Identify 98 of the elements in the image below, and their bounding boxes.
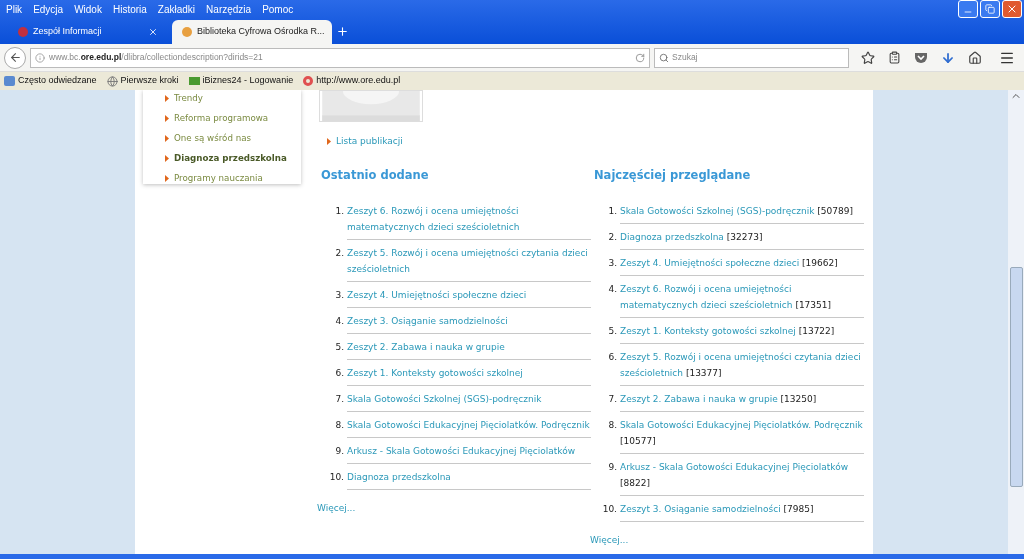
item-number: 7.	[607, 392, 618, 406]
address-field[interactable]: www.bc.ore.edu.pl/dlibra/collectiondescription?dirids=21	[30, 47, 650, 68]
bookmark-item[interactable]: http://www.ore.edu.pl	[303, 74, 401, 88]
publication-link[interactable]: Zeszyt 1. Konteksty gotowości szkolnej	[347, 364, 591, 381]
sidebar-item[interactable]: Reforma programowa	[165, 110, 301, 126]
tab-title: Zespół Informacji	[33, 25, 103, 39]
item-number: 4.	[334, 314, 345, 328]
item-number: 8.	[607, 418, 618, 432]
publication-link[interactable]: Diagnoza przedszkolna	[347, 468, 591, 485]
menu-item[interactable]: Zakładki	[157, 1, 196, 17]
publication-link[interactable]: Zeszyt 2. Zabawa i nauka w grupie	[347, 338, 591, 355]
item-number: 3.	[607, 256, 618, 270]
menu-item[interactable]: Widok	[74, 1, 102, 17]
item-number: 1.	[334, 204, 345, 218]
item-number: 1.	[607, 204, 618, 218]
item-number: 2.	[607, 230, 618, 244]
globe-icon	[106, 75, 118, 87]
menu-item[interactable]: Narzędzia	[206, 1, 252, 17]
bookmark-item[interactable]: Często odwiedzane	[4, 74, 97, 88]
close-icon	[1006, 3, 1018, 15]
back-button[interactable]	[4, 46, 26, 69]
restore-icon	[985, 4, 995, 14]
sidebar-item[interactable]: Programy nauczania	[165, 170, 301, 186]
bullet-icon	[165, 114, 169, 122]
restore-button[interactable]	[980, 0, 1000, 18]
item-number: 4.	[607, 282, 618, 296]
item-number: 10.	[601, 502, 618, 516]
item-number: 5.	[607, 324, 618, 338]
publication-link[interactable]: Skala Gotowości Edukacyjnej Pięciolatków. Podręcznik	[347, 416, 591, 433]
menu-item[interactable]: Pomoc	[262, 1, 294, 17]
url-text: www.bc.ore.edu.pl/dlibra/collectiondescription?dirids=21	[49, 51, 263, 64]
publication-link[interactable]: Skala Gotowości Edukacyjnej Pięciolatków. Podręcznik [10577]	[620, 416, 864, 449]
publication-link[interactable]: Zeszyt 2. Zabawa i nauka w grupie [13250]	[620, 390, 864, 407]
more-link[interactable]: Więcej...	[590, 533, 629, 548]
scrollbar-thumb[interactable]	[1009, 267, 1023, 487]
item-number: 6.	[334, 366, 345, 380]
item-number: 10.	[328, 470, 345, 484]
item-number: 9.	[334, 444, 345, 458]
tab-favicon-icon	[18, 27, 28, 37]
close-button[interactable]	[1002, 0, 1022, 18]
browser-tab[interactable]: Biblioteka Cyfrowa Ośrodka R...	[172, 20, 332, 44]
search-placeholder: Szukaj	[672, 51, 698, 64]
publication-link[interactable]: Zeszyt 3. Osiąganie samodzielności	[347, 312, 591, 329]
browser-tab[interactable]: Zespół Informacji	[8, 20, 168, 44]
publication-link[interactable]: Zeszyt 4. Umiejętności społeczne dzieci [19662]	[620, 254, 864, 271]
publication-link[interactable]: Arkusz - Skala Gotowości Edukacyjnej Pięciolatków [8822]	[620, 458, 864, 491]
item-number: 7.	[334, 392, 345, 406]
item-number: 8.	[334, 418, 345, 432]
publication-link[interactable]: Skala Gotowości Szkolnej (SGS)-podręcznik [50789]	[620, 202, 864, 219]
menu-item[interactable]: Historia	[112, 1, 147, 17]
bookmark-star-icon[interactable]	[861, 50, 875, 65]
search-field[interactable]: Szukaj	[654, 47, 849, 68]
tab-favicon-icon	[182, 27, 192, 37]
folder-icon	[4, 76, 15, 86]
publication-link[interactable]: Zeszyt 4. Umiejętności społeczne dzieci	[347, 286, 591, 303]
home-icon[interactable]	[968, 50, 982, 65]
close-icon[interactable]	[148, 27, 158, 37]
bullet-icon	[165, 174, 169, 182]
publication-link[interactable]: Zeszyt 6. Rozwój i ocena umiejętności matematycznych dzieci sześcioletnich	[347, 202, 591, 235]
item-number: 5.	[334, 340, 345, 354]
new-tab-icon[interactable]	[336, 25, 349, 38]
pocket-icon[interactable]	[914, 51, 928, 64]
publication-link[interactable]: Zeszyt 3. Osiąganie samodzielności [7985]	[620, 500, 864, 517]
back-arrow-icon	[8, 51, 22, 64]
search-icon	[659, 52, 669, 63]
site-icon	[188, 77, 200, 85]
more-link[interactable]: Więcej...	[317, 501, 356, 516]
bullet-icon	[165, 154, 169, 162]
publication-link[interactable]: Skala Gotowości Szkolnej (SGS)-podręcznik	[347, 390, 591, 407]
publication-link[interactable]: Arkusz - Skala Gotowości Edukacyjnej Pięciolatków	[347, 442, 591, 459]
download-icon[interactable]	[941, 50, 955, 65]
item-number: 3.	[334, 288, 345, 302]
publication-link[interactable]: Zeszyt 5. Rozwój i ocena umiejętności czytania dzieci sześcioletnich [13377]	[620, 348, 864, 381]
publication-link[interactable]: Zeszyt 1. Konteksty gotowości szkolnej [13722]	[620, 322, 864, 339]
section-heading: Ostatnio dodane	[321, 166, 430, 184]
tab-title: Biblioteka Cyfrowa Ośrodka R...	[197, 25, 325, 39]
item-number: 9.	[607, 460, 618, 474]
clipboard-icon[interactable]	[888, 51, 901, 64]
bullet-icon	[327, 138, 331, 146]
item-number: 2.	[334, 246, 345, 260]
sidebar-item[interactable]: Diagnoza przedszkolna	[165, 150, 301, 166]
publication-link[interactable]: Diagnoza przedszkolna [32273]	[620, 228, 864, 245]
bullet-icon	[165, 134, 169, 142]
minimize-button[interactable]	[958, 0, 978, 18]
sidebar-item[interactable]: Trendy	[165, 90, 301, 106]
publication-link[interactable]: Zeszyt 5. Rozwój i ocena umiejętności czytania dzieci sześcioletnich	[347, 244, 591, 277]
bullet-icon	[165, 94, 169, 102]
bookmark-item[interactable]: iBiznes24 - Logowanie	[188, 74, 294, 88]
menu-item[interactable]: Edycja	[33, 1, 64, 17]
sidebar-item[interactable]: One są wśród nas	[165, 130, 301, 146]
site-icon	[303, 76, 314, 86]
bookmark-item[interactable]: Pierwsze kroki	[106, 74, 179, 88]
publications-link[interactable]: Lista publikacji	[336, 135, 403, 149]
menu-item[interactable]: Plik	[6, 1, 23, 17]
item-number: 6.	[607, 350, 618, 364]
publication-link[interactable]: Zeszyt 6. Rozwój i ocena umiejętności matematycznych dzieci sześcioletnich [17351]	[620, 280, 864, 313]
section-heading: Najczęściej przeglądane	[594, 166, 752, 184]
info-icon	[35, 52, 45, 63]
